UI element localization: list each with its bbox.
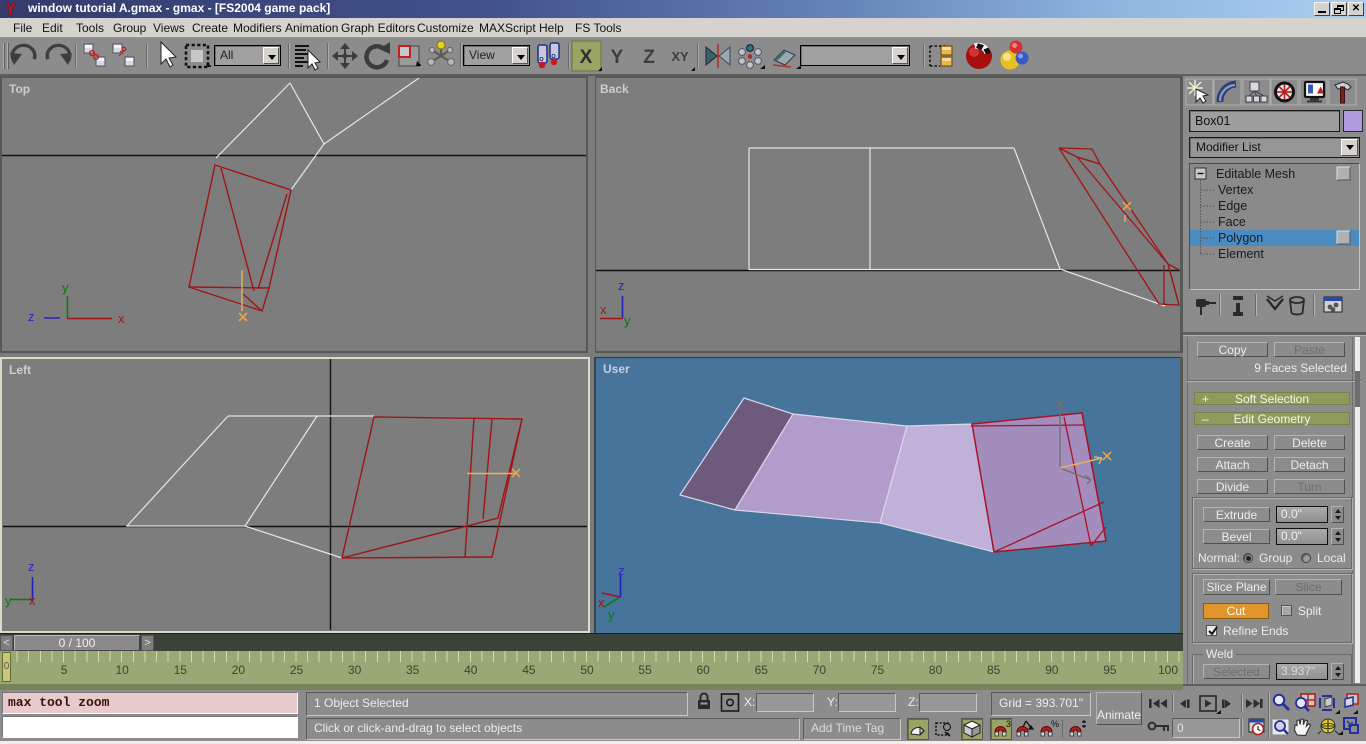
svg-text:z: z xyxy=(618,563,625,578)
svg-text:Face: Face xyxy=(1218,215,1246,229)
svg-text:x: x xyxy=(598,595,605,610)
svg-text:3: 3 xyxy=(1006,719,1011,729)
svg-text:XY: XY xyxy=(671,49,689,64)
svg-text:%: % xyxy=(1051,719,1059,729)
svg-text:X: X xyxy=(580,47,593,68)
svg-text:y: y xyxy=(624,313,631,328)
svg-text:z: z xyxy=(618,278,625,293)
svg-text:Polygon: Polygon xyxy=(1218,231,1263,245)
svg-text:Editable Mesh: Editable Mesh xyxy=(1216,167,1295,181)
svg-text:Edge: Edge xyxy=(1218,199,1247,213)
svg-text:z: z xyxy=(28,559,35,574)
svg-text:Y: Y xyxy=(611,47,624,68)
svg-text:x: x xyxy=(29,593,36,608)
svg-text:Z: Z xyxy=(643,47,655,68)
svg-text:x: x xyxy=(600,302,607,317)
svg-text:z: z xyxy=(28,309,35,324)
svg-text:x: x xyxy=(118,311,125,326)
svg-text:y: y xyxy=(62,280,69,295)
svg-text:y: y xyxy=(5,593,12,608)
svg-text:Element: Element xyxy=(1218,247,1264,261)
svg-text:y: y xyxy=(608,607,615,622)
svg-text:Vertex: Vertex xyxy=(1218,183,1254,197)
